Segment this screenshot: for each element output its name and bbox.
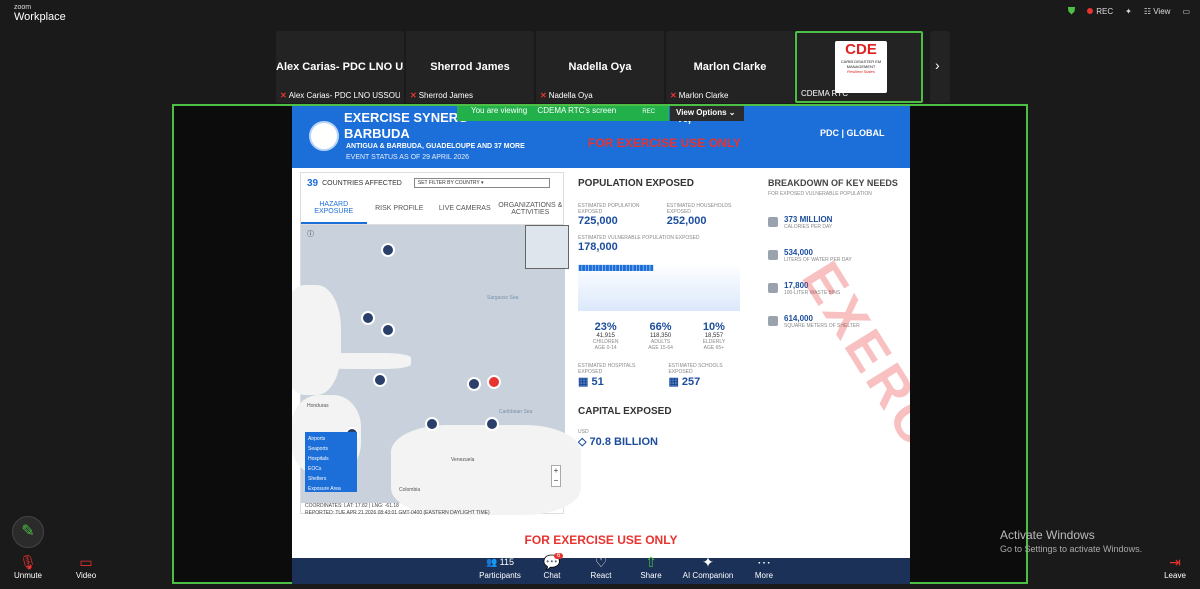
zoom-controls[interactable]: + −	[551, 465, 561, 487]
activate-windows-title: Activate Windows	[1000, 528, 1095, 542]
video-off-icon: ▭	[79, 554, 93, 570]
hazard-panel: 39 COUNTRIES AFFECTED SET FILTER BY COUN…	[292, 172, 581, 516]
hazard-marker-icon	[487, 375, 501, 389]
muted-mic-icon: ✕	[280, 91, 287, 100]
muted-mic-icon: ✕	[410, 91, 417, 100]
airport-icon	[361, 311, 375, 325]
airport-icon	[467, 377, 481, 391]
ai-companion-button[interactable]: ✦ AI Companion	[680, 553, 736, 580]
shared-screen: EXERCISE SYNERGN, BARBUDA ANTIGUA & BARB…	[172, 104, 1028, 584]
muted-mic-icon: ✕	[670, 91, 677, 100]
info-icon: ⓘ	[307, 231, 314, 238]
shield-icon[interactable]: ⛊	[1068, 6, 1076, 17]
tab-risk-profile[interactable]: RISK PROFILE	[367, 193, 433, 224]
muted-mic-icon: 🎙	[19, 554, 37, 570]
participant-tile[interactable]: Alex Carias- PDC LNO U... ✕ Alex Carias- …	[276, 31, 404, 103]
minimap[interactable]	[525, 225, 569, 269]
population-figure-chart: ▮▮▮▮▮▮▮▮▮▮▮▮▮▮▮▮▮▮▮▮▮▮	[578, 263, 740, 311]
airport-icon	[381, 243, 395, 257]
hazard-map[interactable]: ⓘ Caribbean Sea Venezuela Colombia Hondu…	[292, 225, 581, 515]
sparkle-icon[interactable]: ✦	[1125, 7, 1132, 16]
next-page-button[interactable]: ›	[930, 31, 950, 103]
tab-organizations[interactable]: ORGANIZATIONS & ACTIVITIES	[498, 193, 564, 224]
react-button[interactable]: ♡ React	[586, 553, 616, 580]
airport-icon	[381, 323, 395, 337]
participants-button[interactable]: 👥 115 Participants	[476, 553, 524, 580]
muted-mic-icon: ✕	[540, 91, 547, 100]
participant-tile[interactable]: Sherrod James ✕ Sherrod James	[406, 31, 534, 103]
pdc-logo: PDC | GLOBAL	[820, 128, 885, 138]
share-button[interactable]: ⇧ Share	[636, 553, 666, 580]
leave-button[interactable]: ⇥ Leave	[1160, 553, 1190, 580]
shared-document: EXERCISE SYNERGN, BARBUDA ANTIGUA & BARB…	[292, 106, 910, 584]
zoom-logo: Workplace	[14, 11, 66, 23]
sparkle-icon: ✦	[702, 554, 714, 570]
minimize-icon[interactable]: ▭	[1182, 7, 1190, 16]
unmute-button[interactable]: 🎙 Unmute	[10, 553, 46, 580]
water-icon	[768, 250, 778, 260]
money-icon: ◇	[578, 436, 587, 448]
viewing-banner: You are viewing CDEMA RTC's screen REC	[457, 106, 669, 121]
meeting-toolbar: 🎙 Unmute ▭ Video 👥 115 Participants 💬 Chat 6 …	[0, 553, 1200, 589]
heart-icon: ♡	[594, 554, 608, 570]
school-icon: ▦	[668, 376, 679, 388]
map-legend: Airports Seaports Hospitals EOCs Shelters Ex…	[305, 432, 357, 492]
participant-tile[interactable]: Nadella Oya ✕ Nadella Oya	[536, 31, 664, 103]
participant-tile[interactable]: Marlon Clarke ✕ Marlon Clarke	[666, 31, 794, 103]
leave-icon: ⇥	[1169, 554, 1181, 570]
more-icon: ⋯	[757, 554, 771, 570]
more-button[interactable]: ⋯ More	[748, 553, 780, 580]
waste-bin-icon	[768, 283, 778, 293]
view-options-button[interactable]: View Options ⌄	[670, 106, 744, 121]
hazard-wave-icon	[309, 121, 339, 151]
tab-hazard-exposure[interactable]: HAZARD EXPOSURE	[301, 193, 367, 224]
zoom-logo-small: zoom	[14, 4, 32, 11]
population-panel: POPULATION EXPOSED ESTIMATED POPULATION …	[578, 178, 740, 448]
shelter-icon	[373, 373, 387, 387]
title-bar: zoom Workplace ⛊ REC ✦ ☷ View ▭	[0, 0, 1200, 28]
recording-indicator[interactable]: REC	[1087, 7, 1113, 16]
view-button[interactable]: ☷ View	[1144, 7, 1171, 16]
share-icon: ⇧	[645, 554, 657, 570]
video-button[interactable]: ▭ Video	[68, 553, 104, 580]
airport-icon	[485, 417, 499, 431]
shelter-icon	[768, 316, 778, 326]
country-filter-select[interactable]: SET FILTER BY COUNTRY ▾	[413, 178, 550, 188]
exercise-banner-top: FOR EXERCISE USE ONLY	[588, 136, 741, 150]
tab-live-cameras[interactable]: LIVE CAMERAS	[432, 193, 498, 224]
participant-tile-active[interactable]: CDE CARIB DISASTER EM MANAGEMENT Resilie…	[795, 31, 923, 103]
hospital-icon: ▦	[578, 376, 589, 388]
food-icon	[768, 217, 778, 227]
exercise-banner-bottom: FOR EXERCISE USE ONLY	[524, 533, 678, 547]
participant-strip: Alex Carias- PDC LNO U... ✕ Alex Carias- …	[0, 31, 1200, 103]
annotate-pen-button[interactable]: ✎	[12, 516, 44, 548]
chat-button[interactable]: 💬 Chat 6	[538, 553, 566, 580]
airport-icon	[425, 417, 439, 431]
cdema-logo: CDE CARIB DISASTER EM MANAGEMENT Resilie…	[835, 41, 887, 93]
chevron-right-icon: ›	[935, 57, 940, 73]
chat-badge: 6	[554, 553, 564, 559]
